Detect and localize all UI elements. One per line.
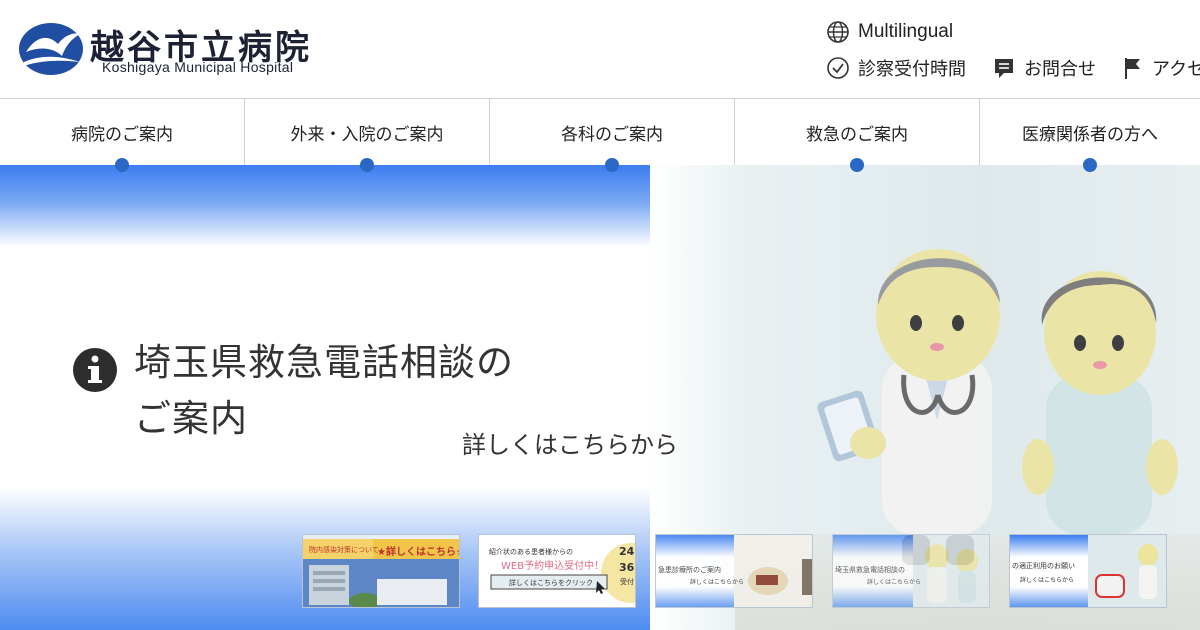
flag-icon xyxy=(1125,58,1140,79)
nav-indicator-dot xyxy=(115,158,129,172)
thumbnail-line2: 詳しくはこちらから xyxy=(867,579,922,586)
thumbnail-line2: WEB予約申込受付中！ xyxy=(501,561,605,572)
nav-item-outpatient-inpatient[interactable]: 外来・入院のご案内 xyxy=(245,99,490,172)
consultation-hours-link[interactable]: 診察受付時間 xyxy=(826,55,966,81)
global-navigation: 病院のご案内 外来・入院のご案内 各科のご案内 救急のご案内 医療関係者の方へ xyxy=(0,99,1200,172)
hero-details-link[interactable]: 詳しくはこちらから xyxy=(462,425,678,460)
thumbnail-badge-a: 24 xyxy=(619,545,635,558)
consultation-hours-label: 診察受付時間 xyxy=(858,59,966,80)
thumbnail-line1: 埼玉県救急電話相談の xyxy=(835,566,905,574)
nav-item-label: 各科のご案内 xyxy=(561,124,663,145)
nav-item-label: 救急のご案内 xyxy=(806,124,908,145)
thumbnail-line1: 紹介状のある患者様からの xyxy=(489,548,573,556)
nav-indicator-dot xyxy=(360,158,374,172)
multilingual-label: Multilingual xyxy=(858,21,954,42)
nav-indicator-dot xyxy=(1083,158,1097,172)
thumbnail-badge-b: 365 xyxy=(619,561,635,574)
multilingual-link[interactable]: Multilingual xyxy=(826,20,953,44)
globe-icon xyxy=(827,21,849,43)
thumbnail-line2: 詳しくはこちらから xyxy=(1020,577,1075,584)
thumbnail-line2: 詳しくはこちらから xyxy=(690,579,745,586)
nav-item-emergency[interactable]: 救急のご案内 xyxy=(735,99,980,172)
thumbnail-web-reservation[interactable]: 紹介状のある患者様からの WEB予約申込受付中！ 詳しくはこちらをクリック 24… xyxy=(478,534,636,608)
chat-bubble-icon xyxy=(995,59,1013,78)
hero-slider[interactable]: 埼玉県救急電話相談の ご案内 詳しくはこちらから 院内感染対策について ★詳しく… xyxy=(0,165,1200,630)
logo-bird-icon xyxy=(19,23,83,75)
doctor-nurse-figurines-image xyxy=(817,249,1178,565)
nav-indicator-dot xyxy=(605,158,619,172)
thumbnail-image xyxy=(1010,535,1166,607)
hero-gradient-top xyxy=(0,165,735,247)
site-header: 越谷市立病院 Koshigaya Municipal Hospital Mult… xyxy=(0,0,1200,99)
hospital-logo[interactable]: 越谷市立病院 Koshigaya Municipal Hospital xyxy=(18,18,348,78)
thumbnail-emergency-clinic[interactable]: 急患診療所のご案内 詳しくはこちらから xyxy=(655,534,813,608)
hero-title-line1: 埼玉県救急電話相談の xyxy=(134,341,514,384)
contact-label: お問合せ xyxy=(1024,59,1096,80)
thumbnail-line1: 急患診療所のご案内 xyxy=(658,566,721,574)
nav-indicator-dot xyxy=(850,158,864,172)
nav-item-hospital-info[interactable]: 病院のご案内 xyxy=(0,99,245,172)
logo-english-name: Koshigaya Municipal Hospital xyxy=(102,59,294,75)
thumbnail-button: 詳しくはこちらをクリック xyxy=(509,579,593,587)
nav-item-label: 外来・入院のご案内 xyxy=(290,124,444,145)
thumbnail-badge-c: 受付 xyxy=(620,578,634,586)
thumbnail-line1: の適正利用のお願い xyxy=(1012,562,1075,570)
access-label: アクセ xyxy=(1152,59,1200,80)
contact-link[interactable]: お問合せ xyxy=(992,55,1096,81)
thumbnail-header-left: 院内感染対策について xyxy=(309,546,379,554)
hero-title-line2: ご案内 xyxy=(134,397,248,440)
info-icon xyxy=(73,348,117,392)
thumbnail-infection-control[interactable]: 院内感染対策について ★詳しくはこちら★ xyxy=(302,534,460,608)
clock-check-icon xyxy=(827,57,849,79)
nav-item-label: 病院のご案内 xyxy=(71,124,173,145)
nav-item-medical-professionals[interactable]: 医療関係者の方へ xyxy=(980,99,1200,172)
nav-item-departments[interactable]: 各科のご案内 xyxy=(490,99,735,172)
thumbnail-header-right: ★詳しくはこちら★ xyxy=(377,547,460,558)
nav-item-label: 医療関係者の方へ xyxy=(1022,124,1158,145)
hero-title: 埼玉県救急電話相談の ご案内 xyxy=(134,335,514,447)
thumbnail-emergency-phone[interactable]: 埼玉県救急電話相談の 詳しくはこちらから xyxy=(832,534,990,608)
access-link[interactable]: アクセ xyxy=(1122,55,1200,81)
thumbnail-proper-use[interactable]: の適正利用のお願い 詳しくはこちらから xyxy=(1009,534,1167,608)
